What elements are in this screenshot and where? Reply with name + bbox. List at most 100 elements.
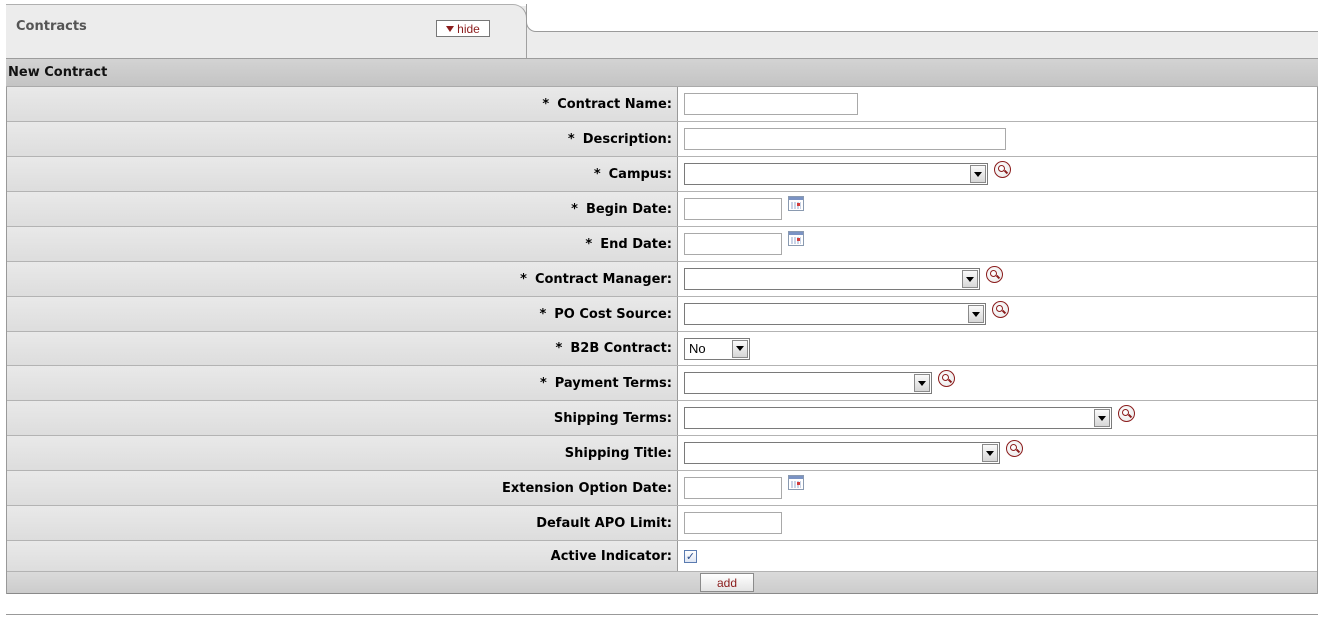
- shipping-title-lookup-icon[interactable]: [1006, 439, 1023, 457]
- end-date-label: End Date:: [600, 236, 672, 252]
- dropdown-arrow-icon[interactable]: [732, 339, 748, 358]
- dropdown-arrow-icon[interactable]: [962, 270, 978, 288]
- required-marker: *: [520, 271, 527, 287]
- end-date-label-cell: * End Date:: [7, 227, 678, 261]
- default-apo-limit-label: Default APO Limit:: [536, 515, 672, 531]
- begin-date-value-cell: [678, 192, 1317, 226]
- required-marker: *: [585, 236, 593, 252]
- contract-name-input[interactable]: [684, 93, 858, 115]
- end-date-calendar-icon[interactable]: [788, 230, 804, 246]
- required-marker: *: [539, 375, 547, 391]
- tab-bar: Contracts hide: [0, 0, 1318, 59]
- row-extension-option-date: Extension Option Date:: [7, 471, 1317, 506]
- row-description: * Description:: [7, 122, 1317, 157]
- contract-name-label: Contract Name:: [557, 96, 672, 112]
- extension-option-date-value-cell: [678, 471, 1317, 505]
- shipping-terms-lookup-icon[interactable]: [1118, 404, 1135, 422]
- b2b-contract-label-cell: * B2B Contract:: [7, 332, 678, 365]
- required-marker: *: [539, 306, 547, 322]
- shipping-terms-label-cell: Shipping Terms:: [7, 401, 678, 435]
- triangle-down-icon: [446, 25, 455, 32]
- campus-lookup-icon[interactable]: [994, 160, 1011, 178]
- dropdown-arrow-icon[interactable]: [970, 165, 986, 183]
- row-contract-manager: * Contract Manager:: [7, 262, 1317, 297]
- active-indicator-label: Active Indicator:: [550, 548, 672, 564]
- campus-select[interactable]: [684, 163, 988, 185]
- b2b-contract-label: B2B Contract:: [570, 341, 672, 356]
- section-title: New Contract: [6, 58, 1318, 87]
- contract-name-label-cell: * Contract Name:: [7, 87, 678, 121]
- contract-manager-value-cell: [678, 262, 1317, 296]
- row-b2b-contract: * B2B Contract: No: [7, 332, 1317, 366]
- required-marker: *: [555, 341, 563, 356]
- b2b-contract-value-cell: No: [678, 332, 1317, 365]
- default-apo-limit-input[interactable]: [684, 512, 782, 534]
- tab-contracts[interactable]: Contracts hide: [6, 4, 527, 59]
- extension-option-date-input[interactable]: [684, 477, 782, 499]
- required-marker: *: [571, 201, 578, 217]
- end-date-input[interactable]: [684, 233, 782, 255]
- required-marker: *: [567, 131, 575, 147]
- contract-manager-label: Contract Manager:: [534, 271, 672, 287]
- add-row-spacer: [7, 572, 678, 593]
- required-marker: *: [593, 166, 601, 182]
- campus-value-cell: [678, 157, 1317, 191]
- row-active-indicator: Active Indicator: ✓: [7, 541, 1317, 572]
- payment-terms-label: Payment Terms:: [554, 375, 672, 391]
- new-contract-form: * Contract Name: * Description: * Campus…: [6, 87, 1318, 594]
- shipping-terms-select[interactable]: [684, 407, 1112, 429]
- contract-manager-label-cell: * Contract Manager:: [7, 262, 678, 296]
- dropdown-arrow-icon[interactable]: [982, 444, 998, 462]
- begin-date-calendar-icon[interactable]: [788, 195, 804, 211]
- begin-date-label-cell: * Begin Date:: [7, 192, 678, 226]
- description-label-cell: * Description:: [7, 122, 678, 156]
- dropdown-arrow-icon[interactable]: [1094, 409, 1110, 427]
- row-campus: * Campus:: [7, 157, 1317, 192]
- active-indicator-checkbox[interactable]: ✓: [684, 549, 697, 563]
- shipping-title-label: Shipping Title:: [564, 445, 672, 461]
- begin-date-input[interactable]: [684, 198, 782, 220]
- extension-option-date-label: Extension Option Date:: [502, 480, 672, 496]
- default-apo-limit-label-cell: Default APO Limit:: [7, 506, 678, 540]
- payment-terms-value-cell: [678, 366, 1317, 400]
- campus-label: Campus:: [608, 166, 672, 182]
- description-label: Description:: [582, 131, 672, 147]
- contract-manager-select[interactable]: [684, 268, 980, 290]
- row-contract-name: * Contract Name:: [7, 87, 1317, 122]
- new-contract-section: New Contract * Contract Name: * Descript…: [6, 58, 1318, 594]
- payment-terms-label-cell: * Payment Terms:: [7, 366, 678, 400]
- dropdown-arrow-icon[interactable]: [968, 305, 984, 323]
- description-input[interactable]: [684, 128, 1006, 150]
- contract-manager-lookup-icon[interactable]: [986, 265, 1003, 283]
- active-indicator-label-cell: Active Indicator:: [7, 541, 678, 571]
- row-shipping-title: Shipping Title:: [7, 436, 1317, 471]
- tab-title: Contracts: [16, 19, 87, 34]
- row-begin-date: * Begin Date:: [7, 192, 1317, 227]
- end-date-value-cell: [678, 227, 1317, 261]
- b2b-contract-select[interactable]: No: [684, 337, 750, 360]
- description-value-cell: [678, 122, 1317, 156]
- row-shipping-terms: Shipping Terms:: [7, 401, 1317, 436]
- shipping-terms-label: Shipping Terms:: [553, 410, 672, 426]
- dropdown-arrow-icon[interactable]: [914, 374, 930, 392]
- row-default-apo-limit: Default APO Limit:: [7, 506, 1317, 541]
- active-indicator-value-cell: ✓: [678, 541, 1317, 571]
- hide-button[interactable]: hide: [436, 20, 490, 37]
- contract-name-value-cell: [678, 87, 1317, 121]
- po-cost-source-lookup-icon[interactable]: [992, 300, 1009, 318]
- payment-terms-lookup-icon[interactable]: [938, 369, 955, 387]
- add-row: add: [7, 572, 1317, 594]
- po-cost-source-value-cell: [678, 297, 1317, 331]
- tab-strip-empty: [526, 4, 1318, 32]
- shipping-title-select[interactable]: [684, 442, 1000, 464]
- shipping-title-label-cell: Shipping Title:: [7, 436, 678, 470]
- po-cost-source-label-cell: * PO Cost Source:: [7, 297, 678, 331]
- payment-terms-select[interactable]: [684, 372, 932, 394]
- section-bottom-border: [6, 614, 1318, 615]
- po-cost-source-select[interactable]: [684, 303, 986, 325]
- row-po-cost-source: * PO Cost Source:: [7, 297, 1317, 332]
- extension-option-date-calendar-icon[interactable]: [788, 474, 804, 490]
- row-payment-terms: * Payment Terms:: [7, 366, 1317, 401]
- required-marker: *: [542, 96, 550, 112]
- add-button[interactable]: add: [700, 573, 754, 592]
